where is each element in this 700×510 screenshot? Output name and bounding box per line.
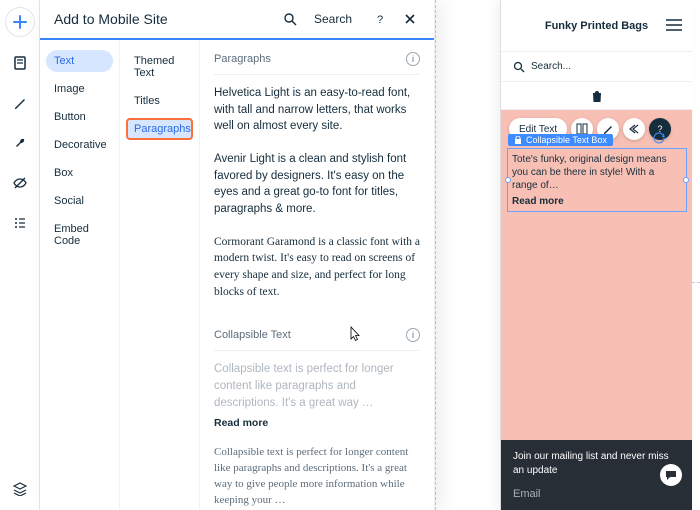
subcategory-column: Themed Text Titles Paragraphs xyxy=(120,40,200,510)
search-label[interactable]: Search xyxy=(314,12,352,26)
element-readmore[interactable]: Read more xyxy=(508,194,686,211)
sample-collapsible-1[interactable]: Collapsible text is perfect for longer c… xyxy=(214,361,420,411)
pages-icon[interactable] xyxy=(7,50,33,76)
section-label: Paragraphs xyxy=(214,53,271,65)
element-body: Tote's funky, original design means you … xyxy=(508,149,686,194)
collapsible-text-element[interactable]: Collapsible Text Box Tote's funky, origi… xyxy=(507,148,687,212)
preview-footer: Join our mailing list and never miss an … xyxy=(501,440,692,510)
footer-text: Join our mailing list and never miss an … xyxy=(513,450,680,478)
search-placeholder: Search... xyxy=(531,61,571,72)
samples-column: Paragraphs i Helvetica Light is an easy-… xyxy=(200,40,434,510)
category-column: Text Image Button Decorative Box Social … xyxy=(40,40,120,510)
help-icon[interactable]: ? xyxy=(370,9,390,29)
search-icon xyxy=(513,61,525,73)
footer-email-label[interactable]: Email xyxy=(513,488,680,500)
site-title: Funky Printed Bags xyxy=(545,20,648,32)
left-rail xyxy=(0,0,40,510)
sample-helvetica[interactable]: Helvetica Light is an easy-to-read font,… xyxy=(214,85,420,135)
preview-header: Funky Printed Bags xyxy=(501,0,692,52)
section-paragraphs: Paragraphs i xyxy=(214,40,420,75)
svg-text:?: ? xyxy=(377,14,383,26)
category-embed[interactable]: Embed Code xyxy=(46,218,113,252)
tools-icon[interactable] xyxy=(7,130,33,156)
bag-icon xyxy=(591,89,603,103)
hidden-icon[interactable] xyxy=(7,170,33,196)
category-decorative[interactable]: Decorative xyxy=(46,134,113,156)
sample-avenir[interactable]: Avenir Light is a clean and stylish font… xyxy=(214,151,420,218)
category-image[interactable]: Image xyxy=(46,78,113,100)
hamburger-icon[interactable] xyxy=(666,18,682,36)
add-button[interactable] xyxy=(6,8,34,36)
info-icon[interactable]: i xyxy=(406,328,420,342)
add-panel: Add to Mobile Site Search ? Text Image B… xyxy=(40,0,435,510)
sample-collapsible-2[interactable]: Collapsible text is perfect for longer c… xyxy=(214,445,420,509)
read-more-1[interactable]: Read more xyxy=(214,417,420,429)
search-icon[interactable] xyxy=(280,9,300,29)
layers-icon[interactable] xyxy=(7,476,33,502)
sample-garamond[interactable]: Cormorant Garamond is a classic font wit… xyxy=(214,234,420,301)
subcategory-paragraphs[interactable]: Paragraphs xyxy=(126,118,193,140)
design-icon[interactable] xyxy=(7,90,33,116)
category-text[interactable]: Text xyxy=(46,50,113,72)
menu-icon[interactable] xyxy=(7,210,33,236)
mobile-preview: Funky Printed Bags Search... Edit Text ?… xyxy=(500,0,692,510)
stage: Edit Text ? Collapsible Text Box Tote's … xyxy=(501,110,692,440)
section-label: Collapsible Text xyxy=(214,329,291,341)
resize-handle-right[interactable] xyxy=(683,177,689,183)
info-icon[interactable]: i xyxy=(406,52,420,66)
category-box[interactable]: Box xyxy=(46,162,113,184)
subcategory-themed[interactable]: Themed Text xyxy=(126,50,193,84)
section-collapsible: Collapsible Text i xyxy=(214,316,420,351)
subcategory-titles[interactable]: Titles xyxy=(126,90,193,112)
animation-icon[interactable] xyxy=(623,118,645,140)
chat-icon[interactable] xyxy=(660,464,682,486)
category-social[interactable]: Social xyxy=(46,190,113,212)
preview-search[interactable]: Search... xyxy=(501,52,692,82)
cart-row[interactable] xyxy=(501,82,692,110)
lock-icon xyxy=(514,136,522,144)
rotate-handle[interactable] xyxy=(652,131,666,145)
resize-handle-left[interactable] xyxy=(505,177,511,183)
close-icon[interactable] xyxy=(400,9,420,29)
panel-title: Add to Mobile Site xyxy=(54,11,168,27)
element-tag: Collapsible Text Box xyxy=(508,134,613,146)
category-button[interactable]: Button xyxy=(46,106,113,128)
panel-header: Add to Mobile Site Search ? xyxy=(40,0,434,40)
